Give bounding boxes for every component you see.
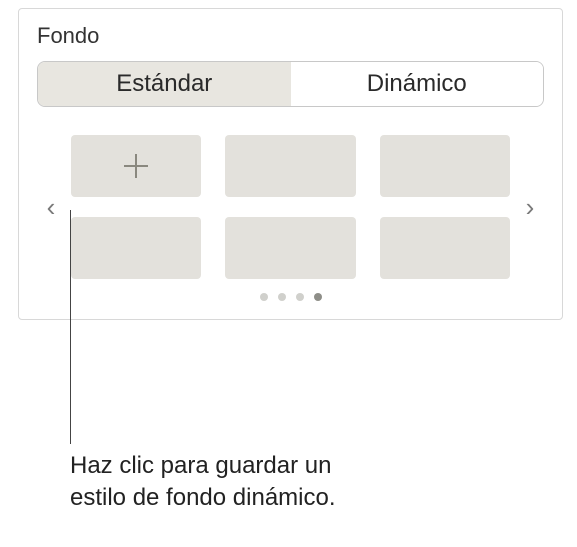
page-dot-active[interactable] [314, 293, 322, 301]
background-type-segmented: Estándar Dinámico [37, 61, 544, 107]
thumbnail-carousel: ‹ › [37, 135, 544, 279]
preset-thumbnail[interactable] [225, 135, 355, 197]
plus-icon [118, 148, 154, 184]
tab-dynamic-label: Dinámico [367, 70, 467, 98]
tab-standard-label: Estándar [116, 70, 212, 98]
pagination-dots [37, 293, 544, 301]
thumbnail-grid [71, 135, 510, 279]
preset-thumbnail[interactable] [225, 217, 355, 279]
page-dot[interactable] [260, 293, 268, 301]
page-dot[interactable] [278, 293, 286, 301]
tab-dynamic[interactable]: Dinámico [291, 62, 544, 106]
panel-title: Fondo [37, 23, 544, 49]
background-panel: Fondo Estándar Dinámico ‹ [18, 8, 563, 320]
callout-line [70, 210, 71, 444]
preset-thumbnail[interactable] [380, 135, 510, 197]
callout-text: Haz clic para guardar un estilo de fondo… [70, 450, 336, 515]
carousel-next-button[interactable]: › [516, 147, 544, 267]
callout-line1: Haz clic para guardar un [70, 450, 336, 482]
callout-line2: estilo de fondo dinámico. [70, 482, 336, 514]
chevron-right-icon: › [526, 192, 535, 223]
carousel-prev-button[interactable]: ‹ [37, 147, 65, 267]
add-style-thumbnail[interactable] [71, 135, 201, 197]
chevron-left-icon: ‹ [47, 192, 56, 223]
preset-thumbnail[interactable] [380, 217, 510, 279]
page-dot[interactable] [296, 293, 304, 301]
tab-standard[interactable]: Estándar [38, 62, 291, 106]
preset-thumbnail[interactable] [71, 217, 201, 279]
